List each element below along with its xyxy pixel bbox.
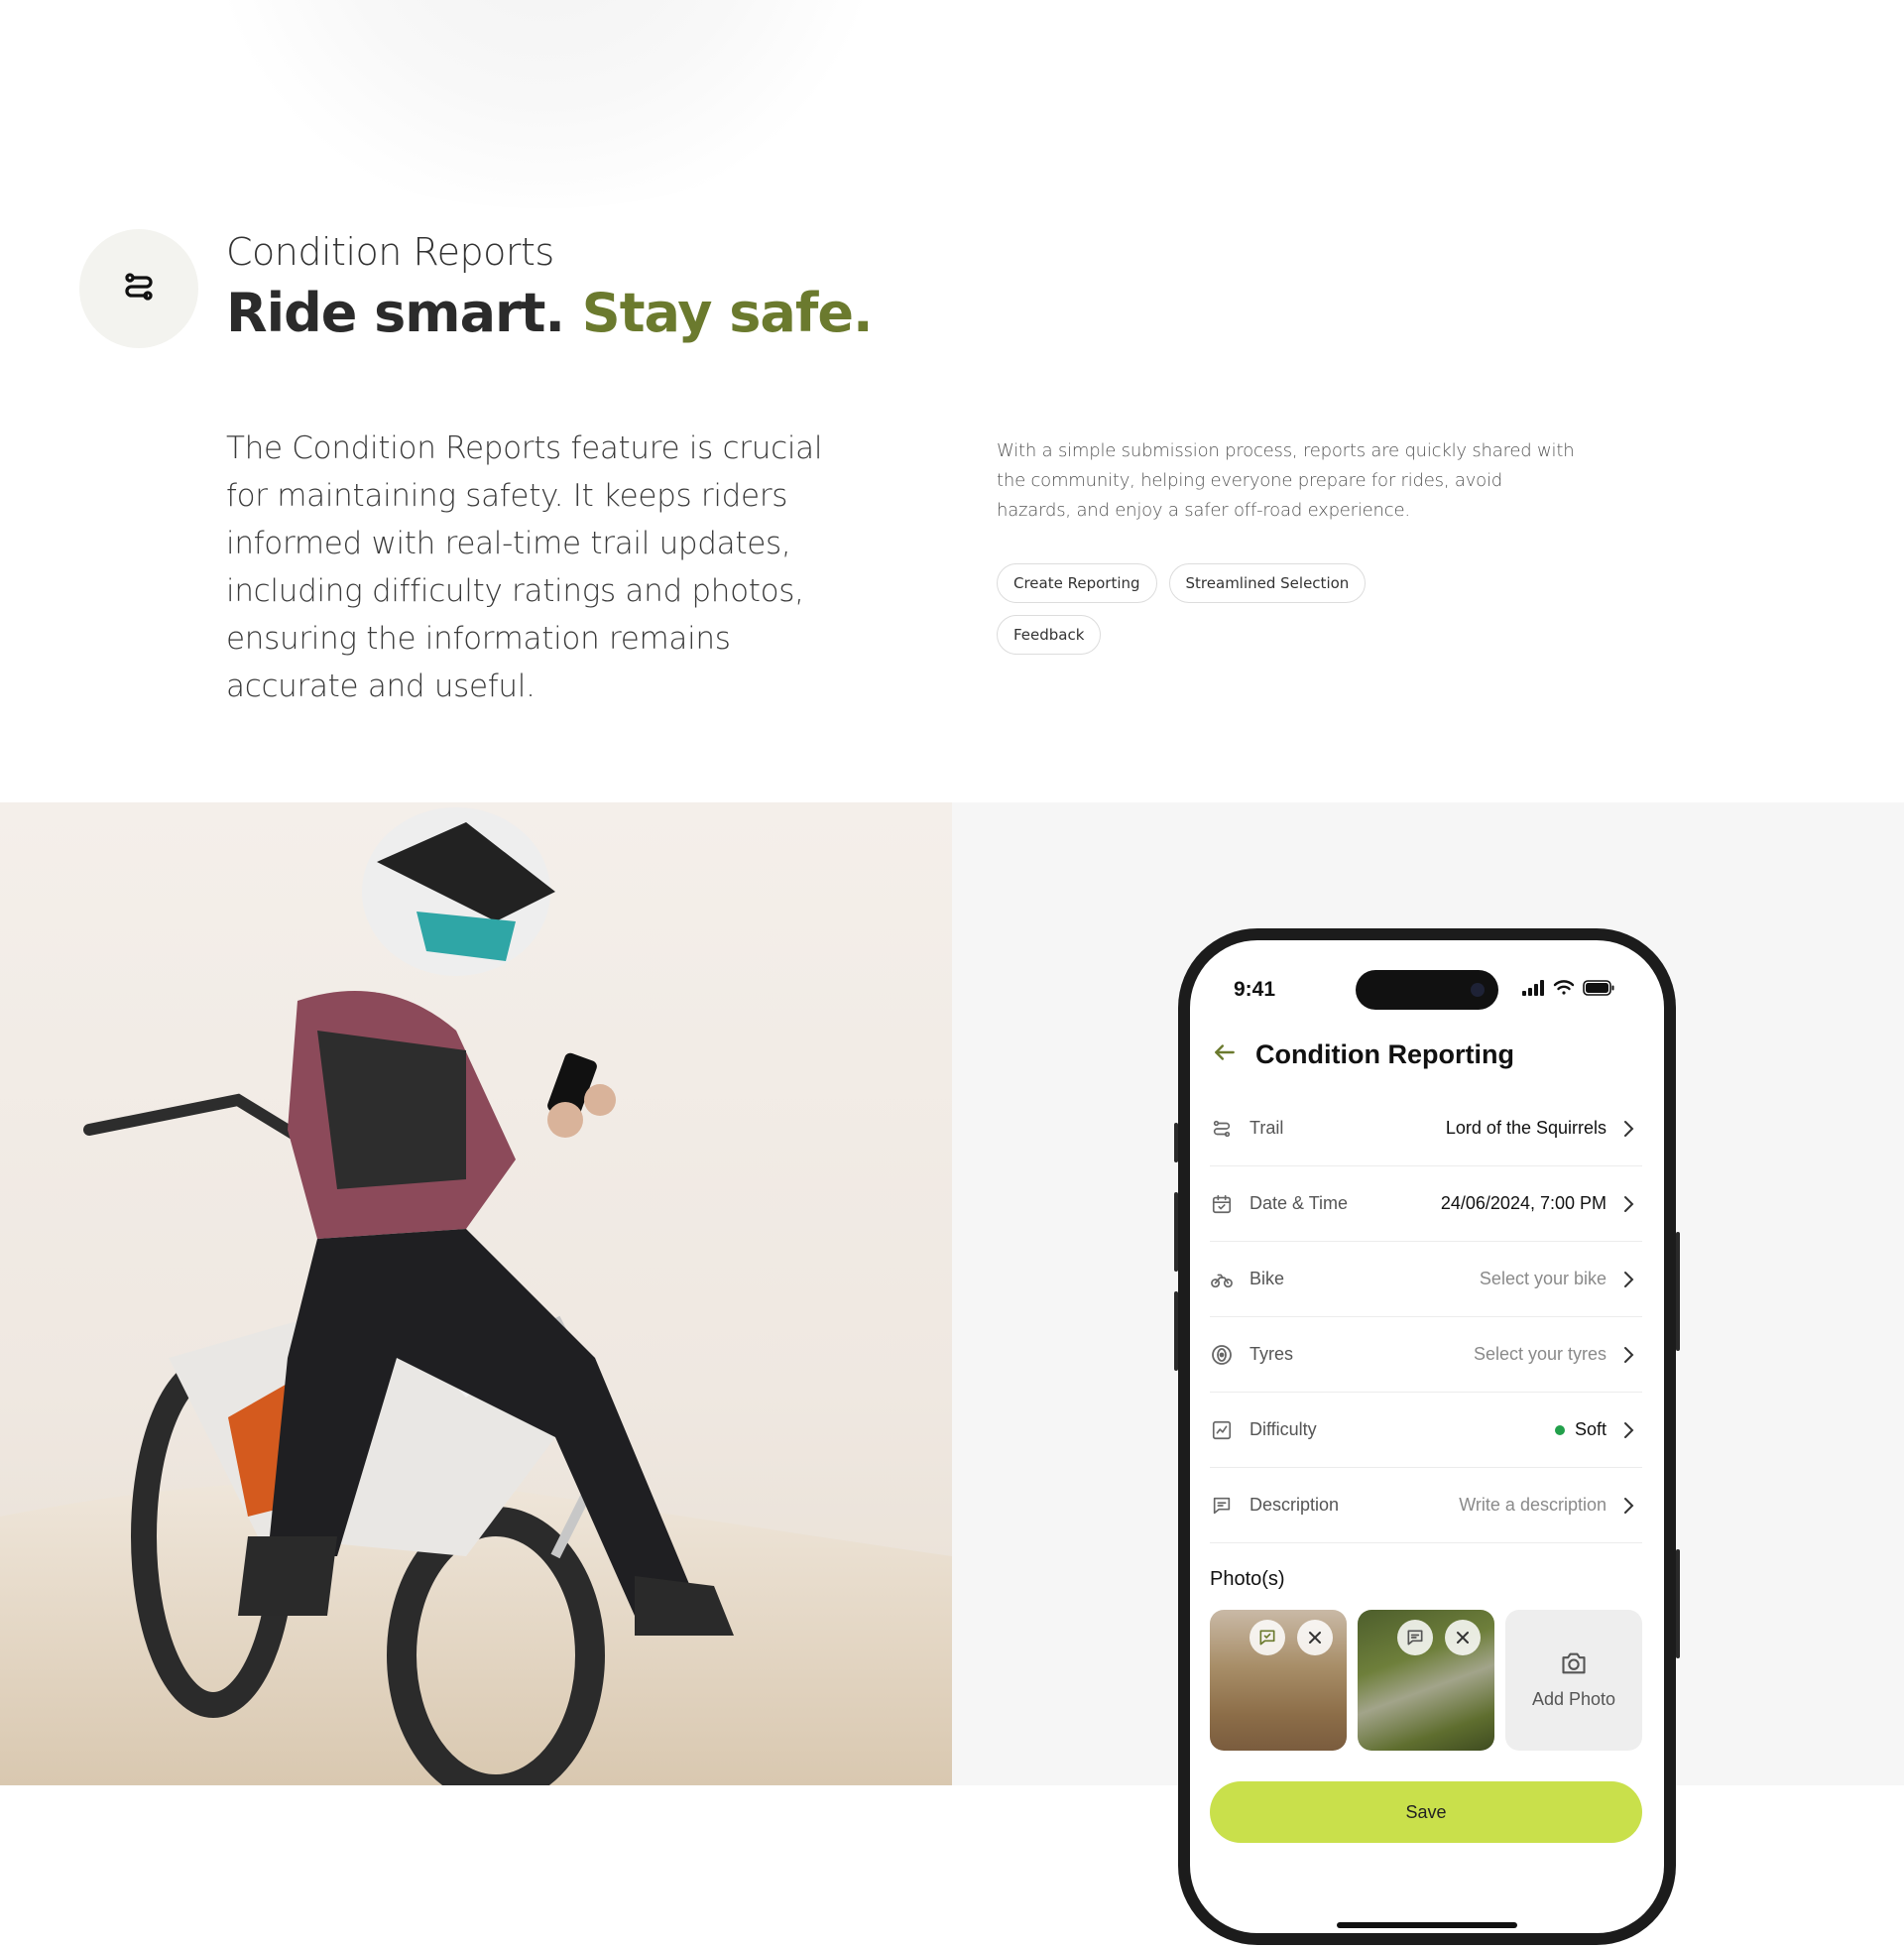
status-icons — [1521, 980, 1614, 1001]
form-row-trail[interactable]: Trail Lord of the Squirrels — [1210, 1091, 1642, 1166]
row-label: Date & Time — [1250, 1193, 1349, 1213]
phone-screen: 9:41 Condition Reporting Trail Lord of t… — [1190, 940, 1664, 1933]
message-icon — [1210, 1494, 1234, 1518]
form-row-bike[interactable]: Bike Select your bike — [1210, 1242, 1642, 1317]
phone-mockup: 9:41 Condition Reporting Trail Lord of t… — [1174, 928, 1680, 1945]
home-indicator — [1337, 1922, 1517, 1928]
row-placeholder: Select your tyres — [1473, 1344, 1606, 1364]
chevron-right-icon — [1620, 1420, 1636, 1440]
section-eyebrow: Condition Reports — [226, 230, 554, 274]
report-form: Trail Lord of the Squirrels Date & Time … — [1210, 1091, 1642, 1543]
photo-grid: Add Photo — [1210, 1610, 1642, 1751]
app-header: Condition Reporting — [1212, 1039, 1514, 1070]
chip-feedback[interactable]: Feedback — [997, 615, 1102, 655]
route-icon — [121, 269, 157, 309]
row-value: Lord of the Squirrels — [1445, 1118, 1606, 1138]
status-bar: 9:41 — [1190, 940, 1664, 1010]
add-photo-label: Add Photo — [1531, 1689, 1616, 1709]
dynamic-island — [1356, 970, 1498, 1010]
save-button[interactable]: Save — [1210, 1781, 1642, 1843]
row-label: Tyres — [1250, 1344, 1294, 1364]
side-paragraph: With a simple submission process, report… — [997, 440, 1575, 521]
comment-icon[interactable] — [1397, 1620, 1433, 1655]
phone-volume-down — [1174, 1291, 1178, 1371]
product-image-fade — [228, 0, 863, 208]
bike-icon — [1210, 1268, 1234, 1291]
signal-icon — [1521, 980, 1545, 1001]
row-placeholder: Write a description — [1459, 1495, 1606, 1515]
add-photo-button[interactable]: Add Photo — [1505, 1610, 1642, 1751]
row-label: Difficulty — [1250, 1419, 1317, 1439]
status-time: 9:41 — [1234, 978, 1276, 1001]
row-label: Bike — [1250, 1269, 1285, 1288]
camera-icon — [1560, 1650, 1588, 1681]
tyre-icon — [1210, 1343, 1234, 1367]
row-label: Trail — [1250, 1118, 1284, 1138]
feature-chips: Create Reporting Streamlined Selection F… — [997, 563, 1413, 655]
route-icon — [1210, 1117, 1234, 1141]
section-headline: Ride smart. Stay safe. — [226, 282, 873, 344]
lead-paragraph: The Condition Reports feature is crucial… — [226, 430, 823, 704]
rider-photo — [0, 802, 952, 1785]
difficulty-level: Soft — [1574, 1419, 1606, 1439]
form-row-date-time[interactable]: Date & Time 24/06/2024, 7:00 PM — [1210, 1166, 1642, 1242]
phone-side-button — [1174, 1123, 1178, 1162]
chevron-right-icon — [1620, 1194, 1636, 1214]
photos-title: Photo(s) — [1210, 1568, 1285, 1590]
headline-accent: Stay safe. — [581, 282, 874, 344]
photo-thumbnail[interactable] — [1358, 1610, 1494, 1751]
feature-badge — [79, 229, 198, 348]
form-row-tyres[interactable]: Tyres Select your tyres — [1210, 1317, 1642, 1393]
screen-title: Condition Reporting — [1255, 1039, 1514, 1069]
status-dot — [1554, 1425, 1565, 1436]
battery-icon — [1583, 980, 1614, 1001]
chip-create-reporting[interactable]: Create Reporting — [997, 563, 1157, 603]
chevron-right-icon — [1620, 1496, 1636, 1516]
photo-thumbnail[interactable] — [1210, 1610, 1347, 1751]
phone-volume-up — [1174, 1192, 1178, 1272]
chevron-right-icon — [1620, 1270, 1636, 1289]
back-arrow-icon[interactable] — [1212, 1039, 1238, 1070]
wifi-icon — [1553, 980, 1575, 1001]
chart-icon — [1210, 1418, 1234, 1442]
form-row-difficulty[interactable]: Difficulty Soft — [1210, 1393, 1642, 1468]
close-icon[interactable] — [1297, 1620, 1333, 1655]
comment-check-icon[interactable] — [1250, 1620, 1285, 1655]
chip-streamlined-selection[interactable]: Streamlined Selection — [1168, 563, 1367, 603]
row-label: Description — [1250, 1495, 1340, 1515]
headline-main: Ride smart. — [226, 282, 565, 344]
row-placeholder: Select your bike — [1479, 1269, 1606, 1288]
close-icon[interactable] — [1445, 1620, 1481, 1655]
form-row-description[interactable]: Description Write a description — [1210, 1468, 1642, 1543]
row-value: 24/06/2024, 7:00 PM — [1440, 1193, 1606, 1213]
calendar-check-icon — [1210, 1192, 1234, 1216]
difficulty-value: Soft — [1554, 1419, 1606, 1440]
phone-action-button — [1676, 1549, 1680, 1658]
chevron-right-icon — [1620, 1119, 1636, 1139]
phone-power-button — [1676, 1232, 1680, 1351]
chevron-right-icon — [1620, 1345, 1636, 1365]
